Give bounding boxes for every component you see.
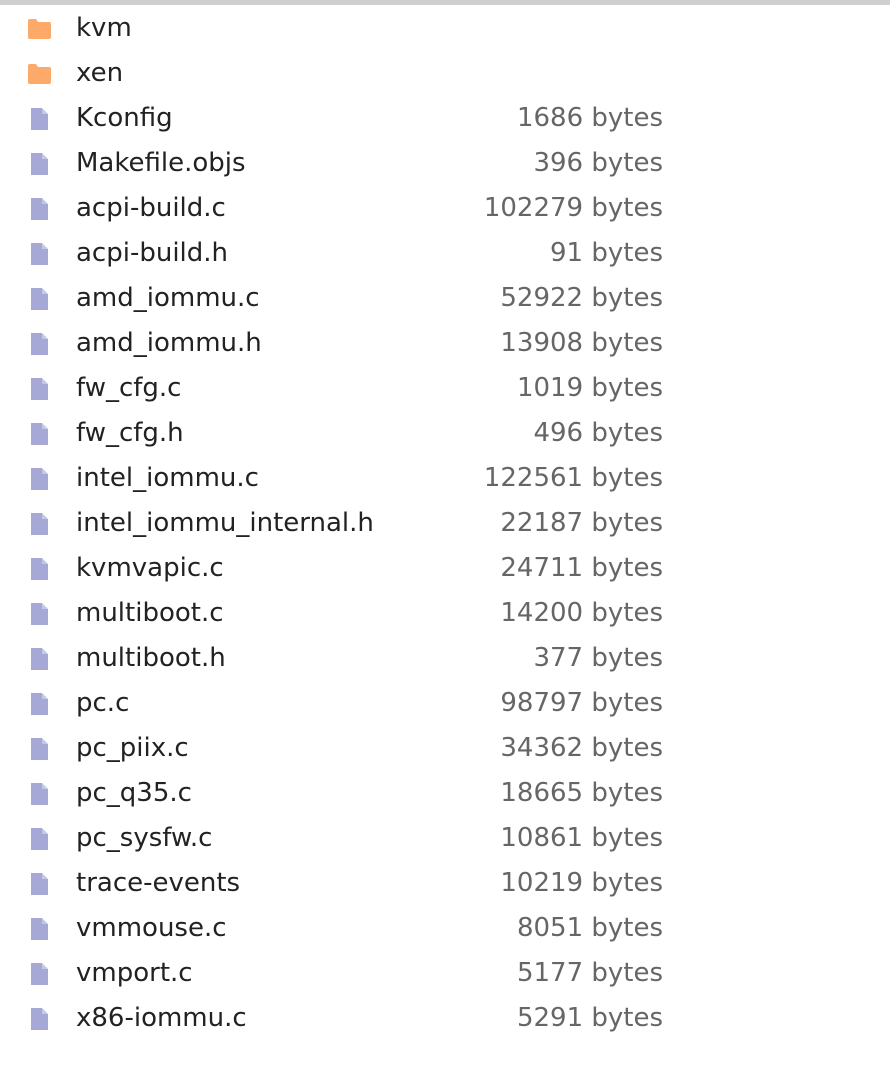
- file-icon: [27, 692, 52, 716]
- file-icon: [27, 962, 52, 986]
- file-list: kvm xen Kconfig 1686 bytes Makefile.objs 396 …: [0, 6, 890, 1041]
- folder-icon: [27, 62, 52, 86]
- file-name-link[interactable]: intel_iommu.c: [76, 456, 259, 501]
- file-size: 496 bytes: [533, 418, 663, 448]
- file-row[interactable]: Makefile.objs 396 bytes: [0, 141, 890, 186]
- file-name-link[interactable]: multiboot.h: [76, 636, 226, 681]
- file-row[interactable]: pc.c 98797 bytes: [0, 681, 890, 726]
- file-icon: [27, 467, 52, 491]
- file-icon: [27, 422, 52, 446]
- file-name-link[interactable]: Kconfig: [76, 96, 173, 141]
- file-name-link[interactable]: kvmvapic.c: [76, 546, 224, 591]
- file-row[interactable]: vmport.c 5177 bytes: [0, 951, 890, 996]
- file-row[interactable]: amd_iommu.c 52922 bytes: [0, 276, 890, 321]
- file-name-link[interactable]: vmport.c: [76, 951, 193, 996]
- file-name-link[interactable]: pc.c: [76, 681, 129, 726]
- file-row[interactable]: pc_q35.c 18665 bytes: [0, 771, 890, 816]
- file-size: 1686 bytes: [516, 103, 663, 133]
- file-icon: [27, 737, 52, 761]
- file-row[interactable]: acpi-build.c 102279 bytes: [0, 186, 890, 231]
- file-row[interactable]: intel_iommu_internal.h 22187 bytes: [0, 501, 890, 546]
- folder-name-link[interactable]: xen: [76, 51, 123, 96]
- file-size: 52922 bytes: [500, 283, 663, 313]
- file-size: 5177 bytes: [516, 958, 663, 988]
- file-size: 377 bytes: [533, 643, 663, 673]
- file-icon: [27, 602, 52, 626]
- file-name-link[interactable]: amd_iommu.c: [76, 276, 260, 321]
- file-row[interactable]: vmmouse.c 8051 bytes: [0, 906, 890, 951]
- file-row[interactable]: kvmvapic.c 24711 bytes: [0, 546, 890, 591]
- file-name-link[interactable]: fw_cfg.c: [76, 366, 181, 411]
- file-name-link[interactable]: Makefile.objs: [76, 141, 246, 186]
- file-row[interactable]: Kconfig 1686 bytes: [0, 96, 890, 141]
- file-row[interactable]: pc_sysfw.c 10861 bytes: [0, 816, 890, 861]
- top-border: [0, 0, 890, 5]
- folder-icon: [27, 17, 52, 41]
- file-icon: [27, 917, 52, 941]
- file-icon: [27, 512, 52, 536]
- file-name-link[interactable]: pc_sysfw.c: [76, 816, 212, 861]
- file-size: 13908 bytes: [500, 328, 663, 358]
- file-name-link[interactable]: pc_q35.c: [76, 771, 192, 816]
- file-row[interactable]: pc_piix.c 34362 bytes: [0, 726, 890, 771]
- file-size: 91 bytes: [550, 238, 663, 268]
- file-name-link[interactable]: pc_piix.c: [76, 726, 189, 771]
- file-row[interactable]: multiboot.h 377 bytes: [0, 636, 890, 681]
- file-size: 98797 bytes: [500, 688, 663, 718]
- file-name-link[interactable]: intel_iommu_internal.h: [76, 501, 374, 546]
- file-size: 34362 bytes: [500, 733, 663, 763]
- file-row[interactable]: intel_iommu.c 122561 bytes: [0, 456, 890, 501]
- file-size: 396 bytes: [533, 148, 663, 178]
- file-row[interactable]: x86-iommu.c 5291 bytes: [0, 996, 890, 1041]
- file-icon: [27, 107, 52, 131]
- file-name-link[interactable]: x86-iommu.c: [76, 996, 247, 1041]
- file-size: 102279 bytes: [483, 193, 663, 223]
- file-icon: [27, 377, 52, 401]
- file-icon: [27, 287, 52, 311]
- file-row[interactable]: trace-events 10219 bytes: [0, 861, 890, 906]
- file-name-link[interactable]: vmmouse.c: [76, 906, 227, 951]
- file-row[interactable]: fw_cfg.h 496 bytes: [0, 411, 890, 456]
- file-name-link[interactable]: amd_iommu.h: [76, 321, 262, 366]
- file-row[interactable]: amd_iommu.h 13908 bytes: [0, 321, 890, 366]
- folder-name-link[interactable]: kvm: [76, 6, 132, 51]
- file-icon: [27, 827, 52, 851]
- file-name-link[interactable]: fw_cfg.h: [76, 411, 184, 456]
- file-size: 122561 bytes: [483, 463, 663, 493]
- file-size: 1019 bytes: [516, 373, 663, 403]
- file-row[interactable]: fw_cfg.c 1019 bytes: [0, 366, 890, 411]
- file-icon: [27, 1007, 52, 1031]
- file-size: 8051 bytes: [516, 913, 663, 943]
- file-size: 22187 bytes: [500, 508, 663, 538]
- file-size: 5291 bytes: [516, 1003, 663, 1033]
- file-size: 18665 bytes: [500, 778, 663, 808]
- file-size: 24711 bytes: [500, 553, 663, 583]
- folder-row[interactable]: kvm: [0, 6, 890, 51]
- file-icon: [27, 197, 52, 221]
- file-icon: [27, 242, 52, 266]
- file-name-link[interactable]: multiboot.c: [76, 591, 224, 636]
- file-icon: [27, 557, 52, 581]
- file-icon: [27, 647, 52, 671]
- folder-row[interactable]: xen: [0, 51, 890, 96]
- file-name-link[interactable]: trace-events: [76, 861, 240, 906]
- file-icon: [27, 152, 52, 176]
- file-name-link[interactable]: acpi-build.h: [76, 231, 228, 276]
- file-row[interactable]: multiboot.c 14200 bytes: [0, 591, 890, 636]
- file-icon: [27, 332, 52, 356]
- file-icon: [27, 782, 52, 806]
- file-name-link[interactable]: acpi-build.c: [76, 186, 226, 231]
- file-icon: [27, 872, 52, 896]
- file-size: 10219 bytes: [500, 868, 663, 898]
- file-size: 14200 bytes: [500, 598, 663, 628]
- file-size: 10861 bytes: [500, 823, 663, 853]
- file-row[interactable]: acpi-build.h 91 bytes: [0, 231, 890, 276]
